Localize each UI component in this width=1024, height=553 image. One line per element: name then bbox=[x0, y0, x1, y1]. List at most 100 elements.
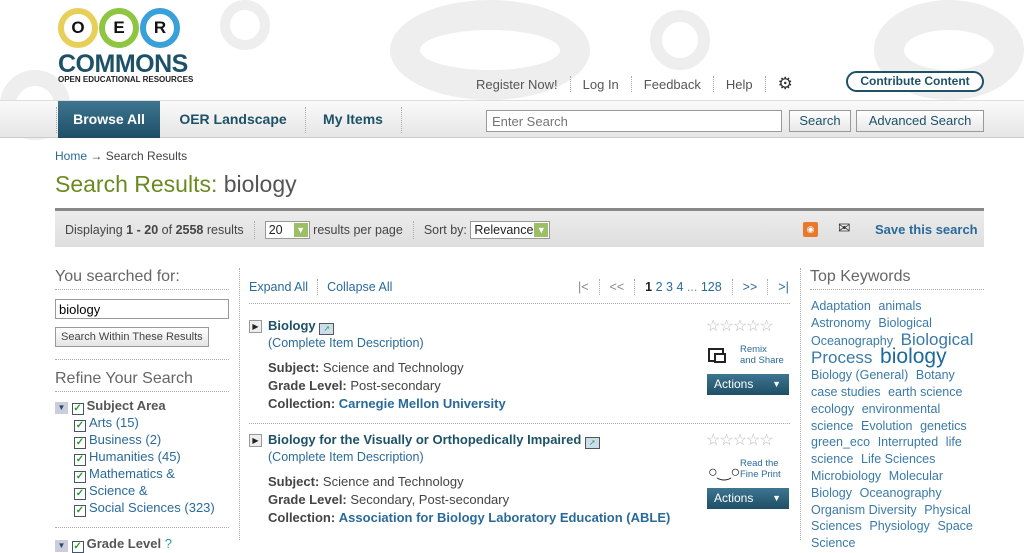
complete-description-link[interactable]: (Complete Item Description) bbox=[268, 450, 424, 464]
actions-label: Actions bbox=[714, 491, 754, 505]
keyword-link[interactable]: Astronomy bbox=[811, 316, 871, 330]
keyword-link[interactable]: Microbiology bbox=[811, 469, 881, 483]
actions-button[interactable]: Actions ▼ bbox=[707, 488, 789, 509]
facet-option[interactable]: ✓ Humanities (45) bbox=[74, 449, 229, 466]
page-1[interactable]: 1 bbox=[645, 280, 652, 294]
keyword-link[interactable]: Adaptation bbox=[811, 299, 871, 313]
search-within-button[interactable]: Search Within These Results bbox=[55, 327, 209, 347]
tab-browse-all[interactable]: Browse All bbox=[58, 101, 160, 138]
keyword-link[interactable]: green_eco bbox=[811, 435, 870, 449]
expand-toggle-icon[interactable]: ▶ bbox=[249, 320, 262, 333]
per-page-select[interactable]: 20 ▼ bbox=[264, 221, 310, 239]
tab-my-items[interactable]: My Items bbox=[306, 101, 400, 138]
keyword-link[interactable]: Evolution bbox=[861, 419, 912, 433]
keyword-link[interactable]: Life Sciences bbox=[861, 452, 935, 466]
keyword-link[interactable]: Physiology bbox=[869, 519, 929, 533]
collapse-toggle-icon[interactable]: ▼ bbox=[55, 540, 68, 552]
facet-option-label[interactable]: Science & bbox=[89, 483, 148, 498]
checkbox-icon[interactable]: ✓ bbox=[74, 471, 86, 483]
actions-button[interactable]: Actions ▼ bbox=[707, 374, 789, 395]
facet-option[interactable]: ✓ Science & bbox=[74, 483, 229, 500]
badge-line[interactable]: Read the bbox=[740, 458, 781, 469]
complete-description-link[interactable]: (Complete Item Description) bbox=[268, 336, 424, 350]
search-input[interactable] bbox=[486, 110, 782, 132]
collapse-toggle-icon[interactable]: ▼ bbox=[55, 402, 68, 414]
decor-circle bbox=[220, 0, 270, 50]
keyword-link[interactable]: case studies bbox=[811, 385, 880, 399]
expand-all-link[interactable]: Expand All bbox=[249, 280, 308, 294]
search-within-input[interactable] bbox=[55, 299, 229, 319]
range-from: 1 bbox=[126, 223, 134, 237]
checkbox-icon[interactable]: ✓ bbox=[74, 488, 86, 500]
keyword-link[interactable]: genetics bbox=[920, 419, 967, 433]
facet-option[interactable]: ✓ Mathematics & bbox=[74, 466, 229, 483]
star-rating[interactable]: ☆☆☆☆☆ bbox=[706, 316, 774, 336]
pager-ellipsis: ... bbox=[686, 280, 698, 294]
breadcrumb-home[interactable]: Home bbox=[55, 149, 87, 163]
keyword-link[interactable]: earth science bbox=[888, 385, 962, 399]
checkbox-icon[interactable]: ✓ bbox=[74, 454, 86, 466]
rss-icon[interactable]: ◉ bbox=[803, 222, 818, 237]
search-button[interactable]: Search bbox=[789, 110, 851, 132]
page-last-number[interactable]: 128 bbox=[701, 280, 722, 294]
feedback-link[interactable]: Feedback bbox=[644, 77, 701, 92]
contribute-content-button[interactable]: Contribute Content bbox=[846, 71, 984, 92]
keyword-link[interactable]: Biology (General) bbox=[811, 368, 908, 382]
badge-line[interactable]: Remix bbox=[740, 344, 784, 355]
keyword-link[interactable]: Oceanography bbox=[860, 486, 942, 500]
advanced-search-button[interactable]: Advanced Search bbox=[856, 110, 984, 132]
checkbox-icon[interactable]: ✓ bbox=[74, 420, 86, 432]
facet-option-label[interactable]: Arts (15) bbox=[89, 415, 139, 430]
page-3[interactable]: 3 bbox=[666, 280, 673, 294]
collapse-all-link[interactable]: Collapse All bbox=[327, 280, 392, 294]
expand-toggle-icon[interactable]: ▶ bbox=[249, 434, 262, 447]
facet-option[interactable]: ✓ Business (2) bbox=[74, 432, 229, 449]
prev-page-link[interactable]: << bbox=[610, 280, 625, 294]
keyword-link[interactable]: Botany bbox=[916, 368, 955, 382]
checkbox-icon[interactable]: ✓ bbox=[74, 505, 86, 517]
result-title-link[interactable]: Biology for the Visually or Orthopedical… bbox=[268, 432, 581, 447]
star-rating[interactable]: ☆☆☆☆☆ bbox=[706, 430, 774, 450]
checkbox-icon[interactable]: ✓ bbox=[71, 403, 84, 415]
badge-line[interactable]: Fine Print bbox=[740, 469, 781, 480]
checkbox-icon[interactable]: ✓ bbox=[71, 541, 84, 553]
title-prefix: Search Results: bbox=[55, 171, 218, 197]
page-4[interactable]: 4 bbox=[676, 280, 683, 294]
keyword-link[interactable]: Interrupted bbox=[878, 435, 938, 449]
page-2[interactable]: 2 bbox=[656, 280, 663, 294]
external-link-icon[interactable]: ➚ bbox=[319, 323, 335, 335]
external-link-icon[interactable]: ➚ bbox=[584, 437, 600, 449]
logo-tagline: OPEN EDUCATIONAL RESOURCES bbox=[58, 75, 194, 84]
collection-link[interactable]: Carnegie Mellon University bbox=[339, 396, 506, 411]
keyword-link[interactable]: biology bbox=[880, 345, 947, 368]
facet-option[interactable]: ✓ Social Sciences (323) bbox=[74, 500, 229, 517]
checkbox-icon[interactable]: ✓ bbox=[74, 437, 86, 449]
facet-option-label[interactable]: Humanities (45) bbox=[89, 449, 181, 464]
gear-icon[interactable]: ⚙ bbox=[778, 74, 793, 94]
keyword-link[interactable]: ecology bbox=[811, 402, 854, 416]
next-page-link[interactable]: >> bbox=[743, 280, 758, 294]
results-label: results bbox=[206, 223, 244, 237]
facet-option-label[interactable]: Mathematics & bbox=[89, 466, 175, 481]
logo-letter: R bbox=[140, 8, 180, 48]
result-title-link[interactable]: Biology bbox=[268, 318, 316, 333]
collection-link[interactable]: Association for Biology Laboratory Educa… bbox=[339, 510, 671, 525]
facet-option[interactable]: ✓ Arts (15) bbox=[74, 415, 229, 432]
grade-value: Secondary, Post-secondary bbox=[350, 492, 510, 507]
keyword-link[interactable]: Organism Diversity bbox=[811, 503, 917, 517]
login-link[interactable]: Log In bbox=[583, 77, 619, 92]
help-icon[interactable]: ? bbox=[165, 536, 172, 551]
first-page-link[interactable]: |< bbox=[578, 280, 589, 294]
facet-option-label[interactable]: Business (2) bbox=[89, 432, 161, 447]
help-link[interactable]: Help bbox=[726, 77, 753, 92]
badge-line[interactable]: and Share bbox=[740, 355, 784, 366]
save-search-link[interactable]: Save this search bbox=[875, 222, 978, 237]
left-sidebar: You searched for: Search Within These Re… bbox=[55, 268, 229, 553]
register-link[interactable]: Register Now! bbox=[476, 77, 558, 92]
sort-select[interactable]: Relevance ▼ bbox=[470, 221, 551, 239]
email-icon[interactable]: ✉ bbox=[838, 219, 851, 237]
facet-option-label[interactable]: Social Sciences (323) bbox=[89, 500, 215, 515]
tab-oer-landscape[interactable]: OER Landscape bbox=[162, 101, 304, 138]
keyword-link[interactable]: animals bbox=[878, 299, 921, 313]
last-page-link[interactable]: >| bbox=[778, 280, 789, 294]
